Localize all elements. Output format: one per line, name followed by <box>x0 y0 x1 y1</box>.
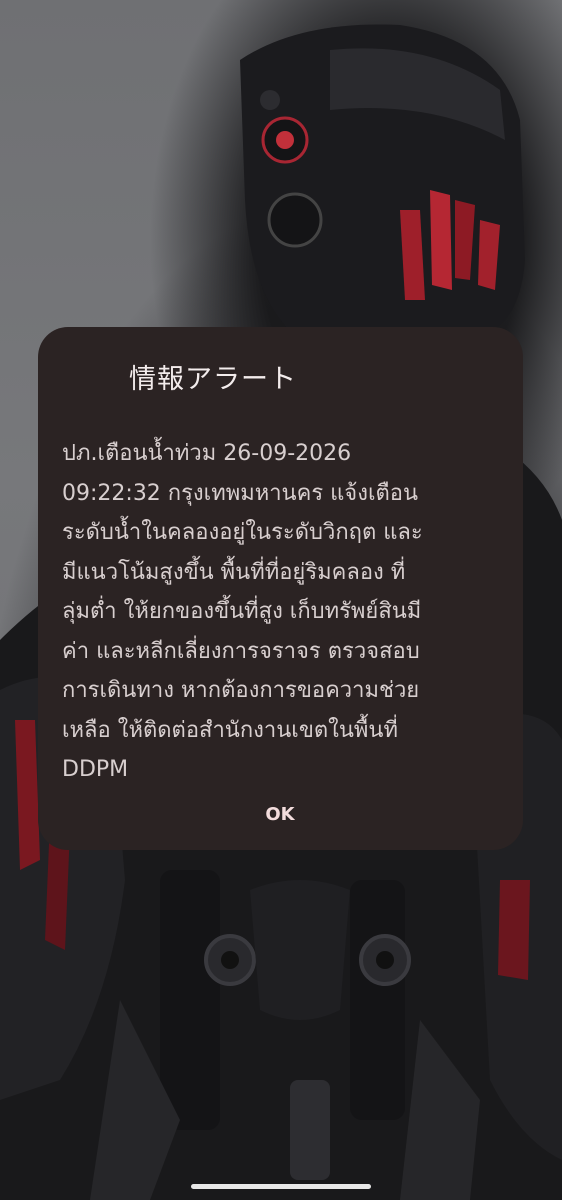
alert-dialog: 情報アラート ปภ.เตือนน้ำท่วม 26-09-2026 09:22:… <box>38 327 523 850</box>
ok-button[interactable]: OK <box>250 797 310 833</box>
gesture-navigation-handle[interactable] <box>191 1184 371 1189</box>
screen: 情報アラート ปภ.เตือนน้ำท่วม 26-09-2026 09:22:… <box>0 0 562 1200</box>
alert-message: ปภ.เตือนน้ำท่วม 26-09-2026 09:22:32 กรุง… <box>62 441 423 782</box>
alert-title: 情報アラート <box>129 364 297 395</box>
